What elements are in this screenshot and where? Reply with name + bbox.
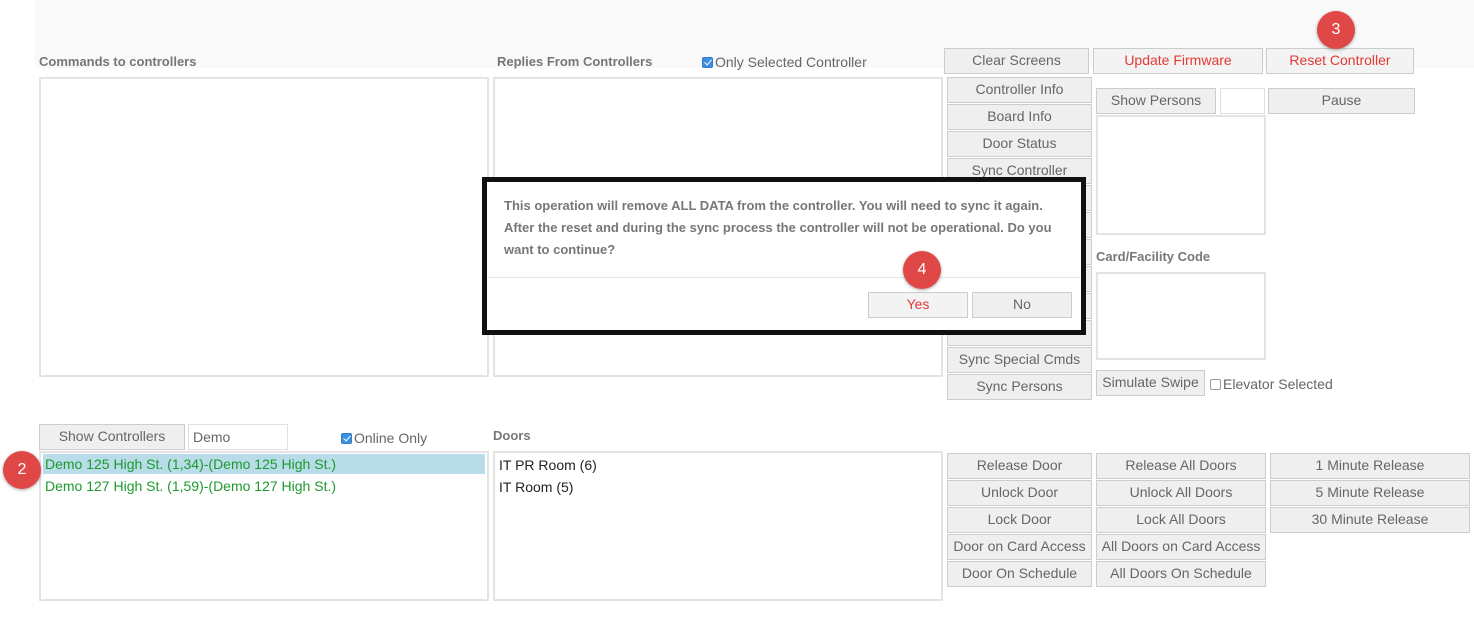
dialog-message: This operation will remove ALL DATA from… [504, 198, 1052, 257]
online-only-label: Online Only [354, 430, 428, 446]
show-controllers-button[interactable]: Show Controllers [39, 424, 185, 450]
persons-filter-input[interactable] [1220, 88, 1265, 114]
sync-persons-button[interactable]: Sync Persons [947, 374, 1092, 400]
replies-heading: Replies From Controllers [497, 54, 653, 69]
door-list-item[interactable]: IT PR Room (6) [497, 455, 597, 475]
reset-controller-button[interactable]: Reset Controller [1266, 48, 1414, 74]
all-doors-on-schedule-button[interactable]: All Doors On Schedule [1096, 561, 1266, 587]
only-selected-label: Only Selected Controller [715, 54, 867, 70]
release-door-button[interactable]: Release Door [947, 453, 1092, 479]
checkbox-checked-icon[interactable] [702, 56, 713, 68]
release-all-doors-button[interactable]: Release All Doors [1096, 453, 1266, 479]
one-minute-release-button[interactable]: 1 Minute Release [1270, 453, 1470, 479]
simulate-swipe-button[interactable]: Simulate Swipe [1096, 370, 1205, 396]
commands-panel[interactable] [39, 77, 489, 377]
elevator-selected-label: Elevator Selected [1223, 376, 1333, 392]
controllers-list[interactable]: Demo 125 High St. (1,34)-(Demo 125 High … [39, 451, 489, 601]
card-facility-input[interactable] [1096, 272, 1266, 360]
thirty-minute-release-button[interactable]: 30 Minute Release [1270, 507, 1470, 533]
checkbox-unchecked-icon[interactable] [1210, 378, 1221, 390]
lock-all-doors-button[interactable]: Lock All Doors [1096, 507, 1266, 533]
show-persons-button[interactable]: Show Persons [1096, 88, 1216, 114]
step-callout-4: 4 [903, 251, 941, 289]
dialog-divider [487, 277, 1081, 278]
unlock-door-button[interactable]: Unlock Door [947, 480, 1092, 506]
board-info-button[interactable]: Board Info [947, 104, 1092, 130]
clear-screens-button[interactable]: Clear Screens [944, 48, 1089, 74]
online-only-checkbox[interactable]: Online Only [341, 430, 427, 446]
elevator-selected-checkbox[interactable]: Elevator Selected [1210, 376, 1333, 392]
door-on-card-access-button[interactable]: Door on Card Access [947, 534, 1092, 560]
step-callout-2: 2 [3, 451, 41, 489]
unlock-all-doors-button[interactable]: Unlock All Doors [1096, 480, 1266, 506]
card-facility-heading: Card/Facility Code [1096, 249, 1211, 264]
doors-heading: Doors [493, 428, 531, 443]
only-selected-checkbox[interactable]: Only Selected Controller [702, 54, 867, 70]
door-status-button[interactable]: Door Status [947, 131, 1092, 157]
update-firmware-button[interactable]: Update Firmware [1093, 48, 1263, 74]
pause-button[interactable]: Pause [1268, 88, 1415, 114]
commands-heading: Commands to controllers [39, 54, 197, 69]
doors-list[interactable]: IT PR Room (6) IT Room (5) [493, 451, 943, 601]
checkbox-checked-icon[interactable] [341, 432, 352, 444]
lock-door-button[interactable]: Lock Door [947, 507, 1092, 533]
all-doors-on-card-access-button[interactable]: All Doors on Card Access [1096, 534, 1266, 560]
dialog-yes-button[interactable]: Yes [868, 292, 968, 318]
step-callout-3: 3 [1317, 11, 1355, 49]
sync-special-cmds-button[interactable]: Sync Special Cmds [947, 347, 1092, 373]
reset-confirm-dialog: This operation will remove ALL DATA from… [482, 177, 1086, 335]
five-minute-release-button[interactable]: 5 Minute Release [1270, 480, 1470, 506]
controllers-filter-input[interactable] [188, 424, 288, 450]
controller-info-button[interactable]: Controller Info [947, 77, 1092, 103]
controller-list-item[interactable]: Demo 125 High St. (1,34)-(Demo 125 High … [43, 454, 485, 474]
door-on-schedule-button[interactable]: Door On Schedule [947, 561, 1092, 587]
door-list-item[interactable]: IT Room (5) [497, 477, 573, 497]
persons-list[interactable] [1096, 115, 1266, 235]
controller-list-item[interactable]: Demo 127 High St. (1,59)-(Demo 127 High … [43, 476, 336, 496]
dialog-no-button[interactable]: No [972, 292, 1072, 318]
